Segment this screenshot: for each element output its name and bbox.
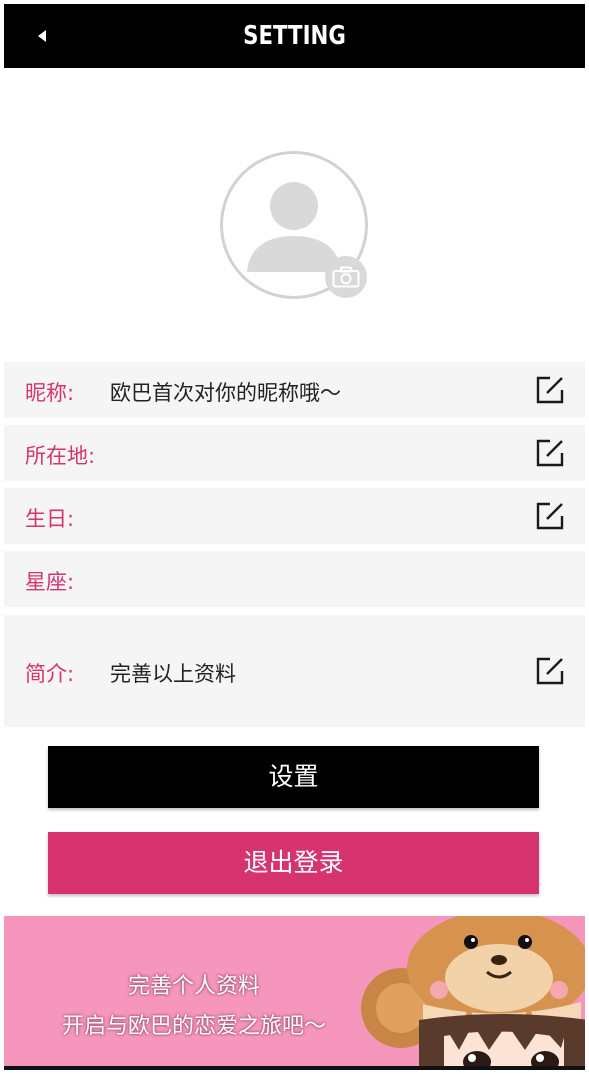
avatar-section — [220, 151, 368, 299]
camera-icon — [332, 266, 360, 288]
intro-value: 完善以上资料 — [110, 662, 236, 686]
location-row: 所在地: — [4, 425, 585, 481]
edit-nickname-icon[interactable] — [534, 374, 566, 406]
nickname-value: 欧巴首次对你的昵称哦～ — [110, 381, 341, 405]
bottom-strip — [4, 1066, 585, 1070]
constellation-row: 星座: — [4, 551, 585, 607]
nickname-row: 昵称: 欧巴首次对你的昵称哦～ — [4, 362, 585, 418]
birthday-label: 生日: — [25, 507, 75, 531]
camera-button[interactable] — [325, 256, 367, 298]
constellation-label: 星座: — [25, 570, 75, 594]
settings-button[interactable]: 设置 — [48, 746, 539, 808]
intro-label: 简介: — [25, 662, 75, 686]
birthday-row: 生日: — [4, 488, 585, 544]
edit-birthday-icon[interactable] — [534, 500, 566, 532]
location-label: 所在地: — [25, 444, 96, 468]
back-button[interactable] — [26, 20, 58, 52]
banner-line-2: 开启与欧巴的恋爱之旅吧～ — [61, 1014, 326, 1039]
banner-line-1: 完善个人资料 — [127, 974, 260, 999]
intro-row: 简介: 完善以上资料 — [4, 615, 585, 727]
app-frame: SETTING 昵称: 欧巴首次对你的昵称哦～ 所在地: 生日: 星座: 简介:… — [4, 4, 585, 1070]
promo-banner[interactable]: 完善个人资料 开启与欧巴的恋爱之旅吧～ — [4, 916, 585, 1070]
page-title: SETTING — [243, 21, 346, 51]
edit-location-icon[interactable] — [534, 437, 566, 469]
top-bar: SETTING — [4, 4, 585, 68]
edit-intro-icon[interactable] — [534, 655, 566, 687]
back-arrow-icon — [38, 30, 46, 42]
logout-button[interactable]: 退出登录 — [48, 832, 539, 894]
cartoon-girl-illustration — [361, 916, 585, 1070]
nickname-label: 昵称: — [25, 381, 75, 405]
